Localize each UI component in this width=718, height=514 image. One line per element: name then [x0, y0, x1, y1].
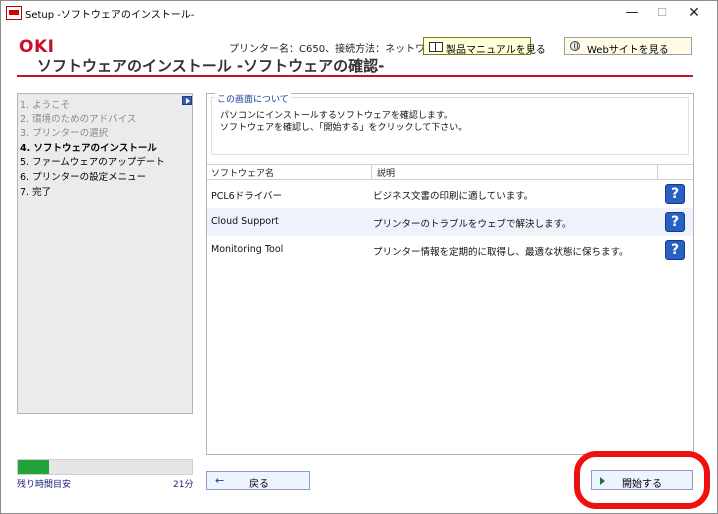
- manual-button-label: 製品マニュアルを見る: [446, 45, 546, 56]
- maximize-button[interactable]: ☐: [647, 1, 677, 25]
- table-row: PCL6ドライバー ビジネス文書の印刷に適しています。 ?: [207, 180, 693, 208]
- software-description: プリンターのトラブルをウェブで解決します。: [373, 219, 572, 230]
- about-legend: この画面について: [215, 92, 291, 105]
- arrow-left-icon: ←: [215, 474, 225, 487]
- website-button[interactable]: Webサイトを見る: [564, 37, 692, 56]
- software-name: Cloud Support: [211, 216, 279, 227]
- software-name: Monitoring Tool: [211, 244, 284, 255]
- remaining-time-label: 残り時間目安: [17, 480, 72, 490]
- software-description: ビジネス文書の印刷に適しています。: [373, 191, 534, 202]
- table-header: ソフトウェア名 説明: [207, 164, 693, 180]
- back-button-label: 戻る: [249, 479, 269, 490]
- step-item: 3. プリンターの選択: [20, 128, 109, 139]
- software-name: PCL6ドライバー: [211, 191, 283, 202]
- table-row: Cloud Support プリンターのトラブルをウェブで解決します。 ?: [207, 208, 693, 236]
- back-button[interactable]: ← 戻る: [206, 471, 310, 490]
- help-icon[interactable]: ?: [665, 212, 685, 232]
- printer-info: プリンター名：C650、接続方法：ネットワーク: [229, 44, 446, 55]
- close-button[interactable]: ✕: [679, 1, 709, 25]
- steps-panel: 1. ようこそ 2. 環境のためのアドバイス 3. プリンターの選択 4. ソフ…: [17, 93, 193, 414]
- step-item: 2. 環境のためのアドバイス: [20, 114, 137, 125]
- title-divider: [17, 75, 693, 77]
- column-divider: [371, 165, 372, 179]
- header-description: 説明: [377, 169, 396, 179]
- main-panel: この画面について パソコンにインストールするソフトウェアを確認します。 ソフトウ…: [206, 92, 694, 455]
- website-button-label: Webサイトを見る: [587, 45, 669, 56]
- step-item: 5. ファームウェアのアップデート: [20, 157, 165, 168]
- oki-logo: OKI: [19, 37, 55, 57]
- software-description: プリンター情報を定期的に取得し、最適な状態に保ちます。: [373, 247, 629, 258]
- about-box: この画面について パソコンにインストールするソフトウェアを確認します。 ソフトウ…: [211, 92, 689, 155]
- step-item: 1. ようこそ: [20, 100, 71, 111]
- help-icon[interactable]: ?: [665, 240, 685, 260]
- about-text-line: ソフトウェアを確認し、「開始する」をクリックして下さい。: [220, 123, 468, 133]
- help-icon[interactable]: ?: [665, 184, 685, 204]
- column-divider: [657, 165, 658, 179]
- setup-window: Setup -ソフトウェアのインストール- — ☐ ✕ OKI プリンター名：C…: [0, 0, 718, 514]
- progress-fill: [18, 460, 50, 474]
- minimize-button[interactable]: —: [617, 1, 647, 25]
- page-title: ソフトウェアのインストール -ソフトウェアの確認-: [37, 57, 385, 75]
- title-bar[interactable]: Setup -ソフトウェアのインストール- — ☐ ✕: [1, 1, 717, 25]
- app-icon: [6, 6, 22, 20]
- book-icon: [429, 42, 443, 52]
- header-software-name: ソフトウェア名: [211, 169, 275, 179]
- red-highlight-ring: [574, 451, 710, 509]
- manual-button[interactable]: 製品マニュアルを見る: [423, 37, 546, 56]
- globe-icon: [570, 41, 580, 51]
- collapse-arrow-icon[interactable]: [182, 96, 192, 105]
- table-row: Monitoring Tool プリンター情報を定期的に取得し、最適な状態に保ち…: [207, 236, 693, 264]
- step-item: 7. 完了: [20, 187, 52, 198]
- step-item-current: 4. ソフトウェアのインストール: [20, 143, 157, 154]
- window-title: Setup -ソフトウェアのインストール-: [25, 10, 195, 21]
- step-item: 6. プリンターの設定メニュー: [20, 172, 147, 183]
- progress-bar: [17, 459, 193, 475]
- remaining-time-value: 21分: [173, 480, 194, 490]
